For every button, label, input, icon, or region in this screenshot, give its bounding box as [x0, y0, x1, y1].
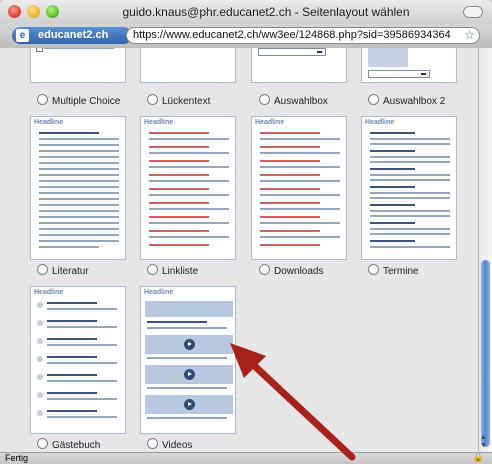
browser-window: guido.knaus@phr.educanet2.ch - Seitenlay…: [0, 0, 492, 464]
annotation-arrow: [230, 343, 356, 461]
